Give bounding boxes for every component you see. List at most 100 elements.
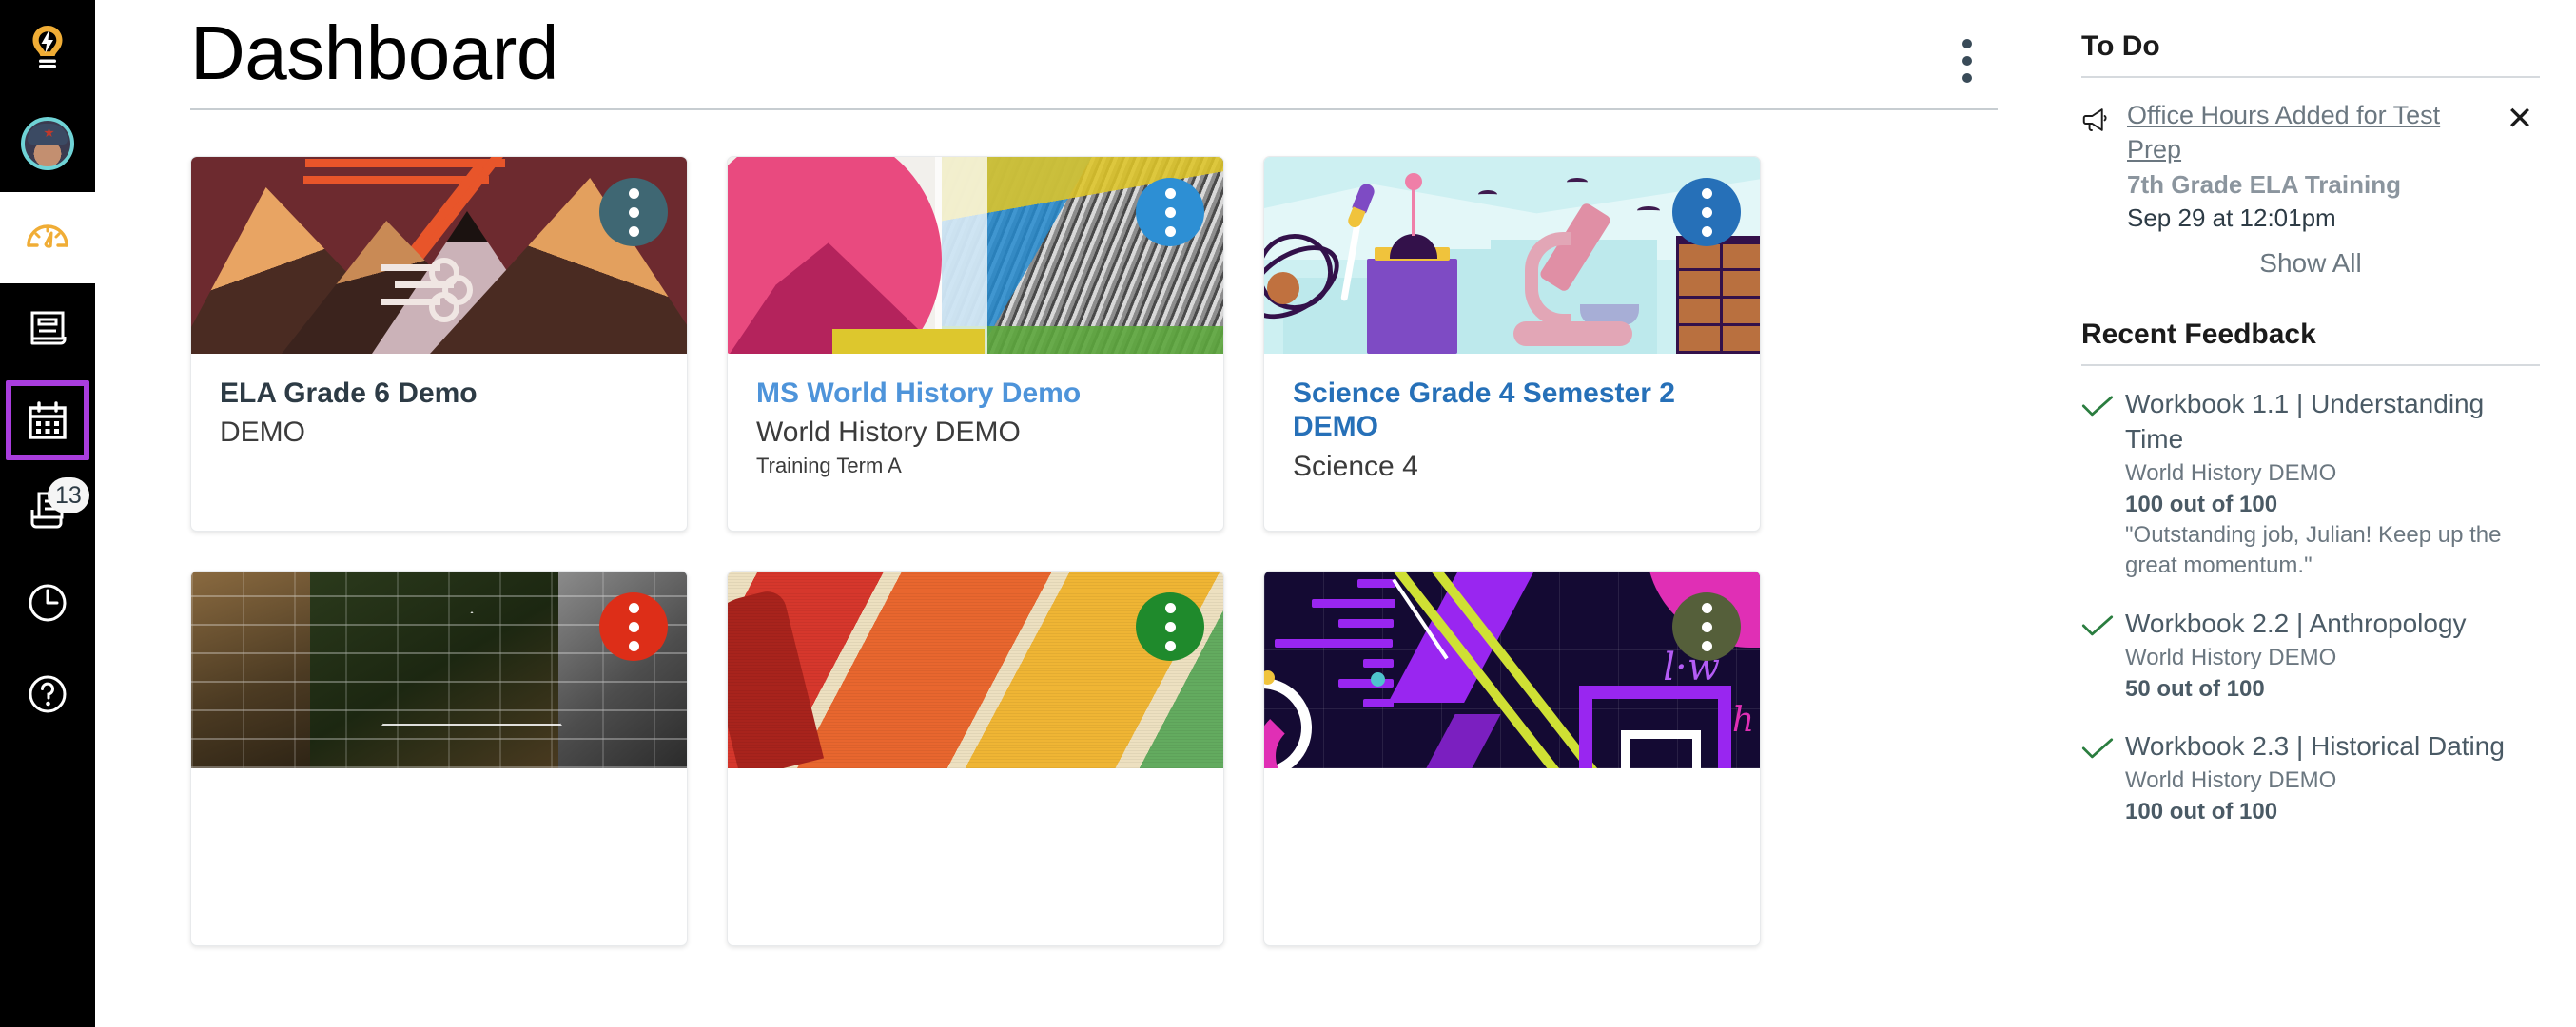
- app-logo[interactable]: [0, 0, 95, 95]
- kebab-dot: [1164, 602, 1176, 613]
- sidebar-item-calendar[interactable]: [0, 375, 95, 466]
- inbox-unread-badge: 13: [48, 477, 89, 514]
- show-all-button[interactable]: Show All: [2081, 248, 2540, 279]
- course-card[interactable]: Science Grade 4 Semester 2 DEMO Science …: [1263, 156, 1761, 532]
- todo-date: Sep 29 at 12:01pm: [2127, 203, 2336, 233]
- todo-content: Office Hours Added for Test Prep 7th Gra…: [2121, 99, 2490, 235]
- circuit-lines: [381, 258, 473, 322]
- kebab-dot: [1701, 187, 1712, 199]
- course-card-title[interactable]: MS World History Demo: [756, 377, 1195, 410]
- course-card[interactable]: [190, 571, 688, 946]
- course-card-image: [728, 572, 1223, 768]
- course-card-image: [728, 157, 1223, 354]
- announcement-megaphone-icon: [2081, 99, 2112, 140]
- feedback-course: World History DEMO: [2125, 767, 2337, 794]
- sidebar-item-history[interactable]: [0, 557, 95, 649]
- feedback-list-item: Workbook 2.2 | Anthropology World Histor…: [2081, 607, 2540, 705]
- kebab-dot: [1701, 640, 1712, 651]
- recent-feedback-section: Recent Feedback Workbook 1.1 | Understan…: [2081, 319, 2540, 827]
- kebab-dot: [1962, 73, 1972, 83]
- course-card-options-kebab[interactable]: [599, 592, 668, 661]
- feedback-title[interactable]: Workbook 2.2 | Anthropology: [2125, 607, 2540, 641]
- course-card-subtitle: DEMO: [220, 417, 305, 449]
- white-rectangle: [1621, 730, 1701, 768]
- course-card-options-kebab[interactable]: [1136, 178, 1204, 246]
- course-card-body: Science Grade 4 Semester 2 DEMO Science …: [1264, 354, 1760, 488]
- feedback-course: World History DEMO: [2125, 645, 2337, 671]
- todo-list-item: Office Hours Added for Test Prep 7th Gra…: [2081, 99, 2540, 235]
- dashboard-gauge-icon: [27, 224, 68, 248]
- course-card-title[interactable]: ELA Grade 6 Demo: [220, 377, 658, 410]
- figure-shape: [728, 587, 825, 768]
- kebab-dot: [1164, 621, 1176, 632]
- user-avatar-button[interactable]: [0, 95, 95, 192]
- course-card[interactable]: [727, 571, 1224, 946]
- recent-feedback-heading: Recent Feedback: [2081, 319, 2316, 351]
- course-card-image: [191, 157, 687, 354]
- microscope-icon: [1513, 201, 1639, 346]
- course-card-body: MS World History Demo World History DEMO…: [728, 354, 1223, 478]
- dashboard-options-kebab[interactable]: [1937, 30, 1998, 91]
- feedback-course: World History DEMO: [2125, 460, 2337, 487]
- kebab-dot: [628, 602, 639, 613]
- kebab-dot: [1164, 640, 1176, 651]
- kebab-dot: [628, 225, 639, 237]
- kebab-dot: [628, 640, 639, 651]
- formula-h: h: [1731, 701, 1754, 740]
- avatar: [21, 117, 74, 170]
- feedback-score: 50 out of 100: [2125, 675, 2265, 702]
- course-card-options-kebab[interactable]: [1136, 592, 1204, 661]
- feedback-title[interactable]: Workbook 2.3 | Historical Dating: [2125, 729, 2540, 764]
- history-clock-icon: [29, 584, 67, 622]
- course-card-options-kebab[interactable]: [1672, 178, 1741, 246]
- kebab-dot: [1164, 206, 1176, 218]
- kebab-dot: [628, 621, 639, 632]
- kebab-dot: [1962, 56, 1972, 66]
- yellow-band: [832, 329, 985, 354]
- focus-ring: [6, 380, 89, 460]
- feedback-title[interactable]: Workbook 1.1 | Understanding Time: [2125, 387, 2540, 456]
- sidebar-item-help[interactable]: [0, 649, 95, 740]
- check-icon: [2081, 729, 2114, 766]
- courses-book-icon: [30, 311, 67, 345]
- course-card-body: [728, 768, 1223, 797]
- kebab-dot: [1962, 39, 1972, 48]
- course-card[interactable]: ELA Grade 6 Demo DEMO: [190, 156, 688, 532]
- check-icon: [2081, 387, 2114, 424]
- todo-divider: [2081, 76, 2540, 78]
- course-card-body: [1264, 768, 1760, 797]
- course-card-options-kebab[interactable]: [599, 178, 668, 246]
- kebab-dot: [628, 206, 639, 218]
- recent-feedback-divider: [2081, 364, 2540, 367]
- close-icon[interactable]: ✕: [2500, 99, 2540, 139]
- kebab-dot: [1164, 187, 1176, 199]
- lightbulb-logo-icon: [32, 26, 63, 68]
- kebab-dot: [1701, 602, 1712, 613]
- school-building: [1367, 247, 1457, 354]
- kebab-dot: [1701, 225, 1712, 237]
- course-card-options-kebab[interactable]: [1672, 592, 1741, 661]
- check-icon: [2081, 607, 2114, 644]
- course-card-title[interactable]: Science Grade 4 Semester 2 DEMO: [1293, 377, 1731, 444]
- paper-strip: [935, 157, 987, 354]
- brick-wall: [1676, 236, 1760, 354]
- sidebar-item-inbox[interactable]: 13: [0, 466, 95, 557]
- dashboard-main: Dashboard ELA Grade 6 Demo DEMO MS World…: [95, 0, 2055, 1027]
- todo-link[interactable]: Office Hours Added for Test Prep: [2127, 99, 2490, 166]
- sidebar-item-courses[interactable]: [0, 283, 95, 375]
- course-card-body: [191, 768, 687, 797]
- feedback-list-item: Workbook 2.3 | Historical Dating World H…: [2081, 729, 2540, 827]
- kebab-dot: [1701, 621, 1712, 632]
- course-card[interactable]: MS World History Demo World History DEMO…: [727, 156, 1224, 532]
- kebab-dot: [1701, 206, 1712, 218]
- content-area: Dashboard ELA Grade 6 Demo DEMO MS World…: [95, 0, 2576, 1027]
- course-card-term: Training Term A: [756, 454, 902, 478]
- page-title: Dashboard: [190, 10, 558, 95]
- todo-course: 7th Grade ELA Training: [2127, 170, 2401, 200]
- course-card-image: l·w h: [1264, 572, 1760, 768]
- sidebar-item-dashboard[interactable]: [0, 192, 95, 283]
- course-card-subtitle: World History DEMO: [756, 417, 1021, 449]
- kebab-dot: [628, 187, 639, 199]
- course-card[interactable]: l·w h: [1263, 571, 1761, 946]
- feedback-list-item: Workbook 1.1 | Understanding Time World …: [2081, 387, 2540, 581]
